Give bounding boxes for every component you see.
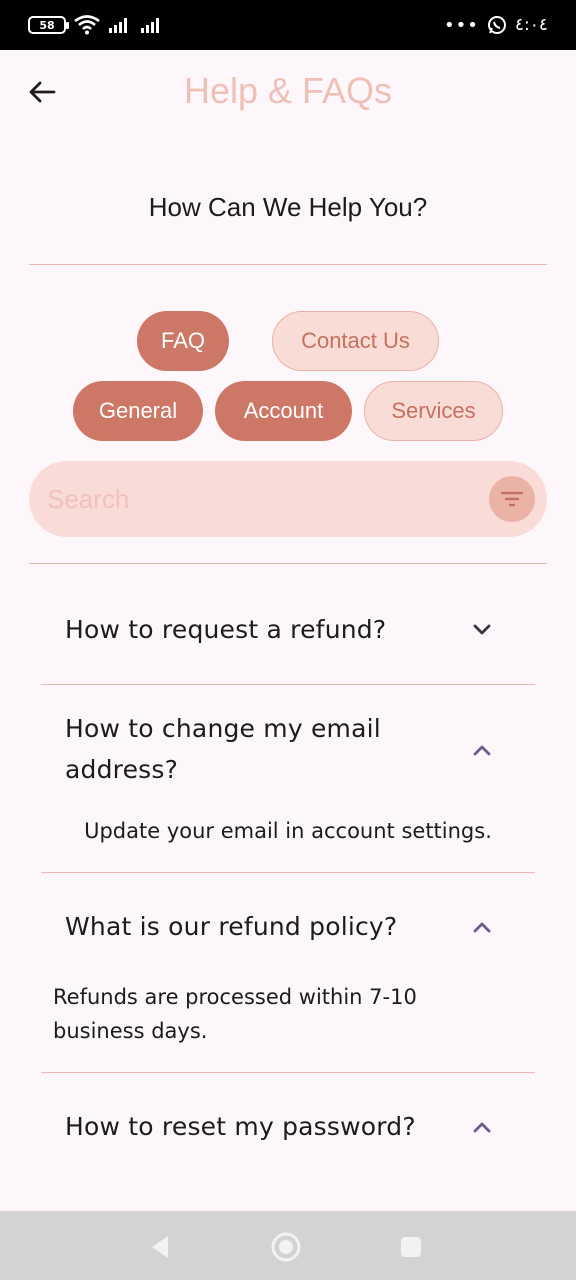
- category-general-label: General: [98, 398, 178, 423]
- faq-divider: [41, 872, 535, 873]
- category-general[interactable]: General: [73, 381, 203, 441]
- faq-toggle[interactable]: [466, 614, 498, 646]
- wifi-icon: [74, 15, 100, 35]
- category-account-label: Account: [243, 398, 324, 423]
- tab-contact-us-label: Contact Us: [301, 328, 410, 353]
- nav-home-button[interactable]: [268, 1229, 304, 1265]
- status-bar: 58 ••• ٤:٠٤: [0, 0, 576, 50]
- signal-icon: [109, 18, 127, 33]
- category-account[interactable]: Account: [215, 381, 352, 441]
- chevron-up-icon: [473, 1122, 491, 1133]
- nav-back-button[interactable]: [142, 1229, 178, 1265]
- clock: ٤:٠٤: [514, 15, 548, 35]
- square-recents-icon: [401, 1237, 421, 1257]
- faq-answer: Update your email in account settings.: [84, 819, 492, 843]
- category-services[interactable]: Services: [364, 381, 503, 441]
- signal-icon-2: [141, 18, 159, 33]
- more-notifications-icon: •••: [444, 14, 479, 36]
- category-services-label: Services: [391, 398, 476, 423]
- faq-question[interactable]: How to change my email address?: [65, 708, 425, 790]
- faq-divider: [41, 1072, 535, 1073]
- nav-recents-button[interactable]: [393, 1229, 429, 1265]
- search-input[interactable]: [47, 479, 467, 519]
- battery-icon: 58: [28, 16, 69, 34]
- chevron-down-icon: [473, 624, 491, 635]
- search-divider: [29, 563, 547, 564]
- tab-faq-label: FAQ: [160, 328, 205, 353]
- whatsapp-icon: [487, 16, 506, 34]
- heading-divider: [29, 264, 547, 265]
- filter-button[interactable]: [489, 476, 535, 522]
- circle-home-icon: [271, 1232, 301, 1262]
- status-bar-left: 58: [28, 15, 164, 35]
- status-bar-right: ••• ٤:٠٤: [444, 15, 548, 36]
- faq-divider: [41, 684, 535, 685]
- page-title: Help & FAQs: [183, 70, 393, 111]
- app-bar: Help & FAQs: [0, 50, 576, 134]
- help-heading: How Can We Help You?: [148, 192, 428, 222]
- battery-level: 58: [39, 18, 55, 32]
- faq-question[interactable]: How to reset my password?: [65, 1106, 465, 1147]
- triangle-back-icon: [152, 1236, 168, 1258]
- faq-toggle[interactable]: [466, 1111, 498, 1143]
- search-bar: [29, 461, 547, 537]
- faq-toggle[interactable]: [466, 734, 498, 766]
- chevron-up-icon: [473, 745, 491, 756]
- faq-toggle[interactable]: [466, 911, 498, 943]
- tab-faq[interactable]: FAQ: [137, 311, 229, 371]
- faq-question[interactable]: How to request a refund?: [65, 609, 465, 650]
- faq-question[interactable]: What is our refund policy?: [65, 906, 465, 947]
- filter-icon: [501, 491, 523, 507]
- chevron-up-icon: [473, 922, 491, 933]
- faq-answer: Refunds are processed within 7-10 busine…: [53, 985, 417, 1043]
- tab-contact-us[interactable]: Contact Us: [272, 311, 439, 371]
- system-nav-bar: [0, 1211, 576, 1280]
